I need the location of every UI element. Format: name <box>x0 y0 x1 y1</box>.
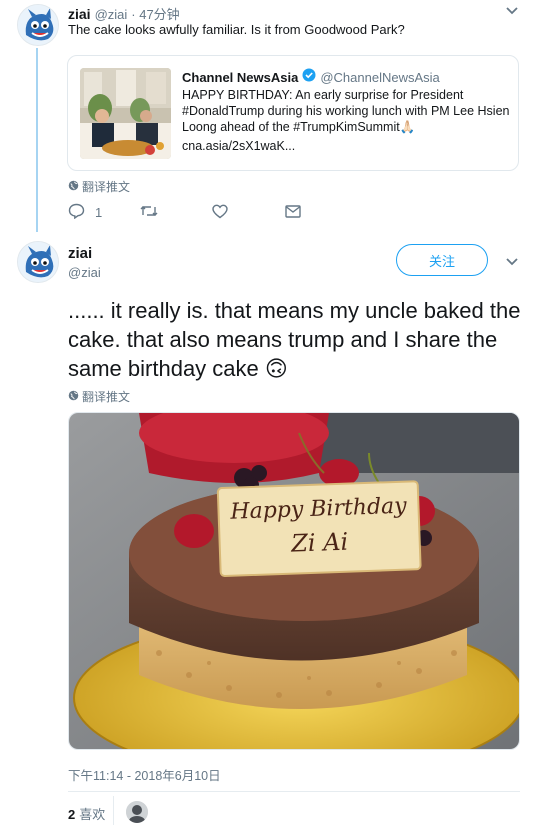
likes-number: 2 <box>68 807 76 822</box>
chevron-down-icon[interactable] <box>505 256 519 270</box>
chevron-down-icon[interactable] <box>505 5 519 19</box>
avatar[interactable] <box>17 4 59 46</box>
verified-badge-icon <box>302 68 316 87</box>
globe-icon <box>68 390 79 404</box>
author-name[interactable]: ziai <box>68 245 92 262</box>
translate-tweet-link[interactable]: 翻译推文 <box>68 178 130 195</box>
avatar[interactable] <box>126 801 148 823</box>
like-button[interactable] <box>212 204 228 222</box>
author-handle[interactable]: @ziai <box>68 265 101 280</box>
cake-plaque-text-line2: Zi Ai <box>290 528 349 558</box>
retweet-button[interactable] <box>140 204 158 221</box>
reply-button[interactable]: 1 <box>68 203 102 222</box>
retweet-icon <box>140 204 158 221</box>
quoted-tweet-text: HAPPY BIRTHDAY: An early surprise for Pr… <box>182 88 510 134</box>
quoted-tweet-link[interactable]: cna.asia/2sX1waK... <box>182 138 512 154</box>
quoted-author-handle: @ChannelNewsAsia <box>320 70 440 85</box>
envelope-icon <box>285 205 301 221</box>
tweet-photo[interactable]: Happy Birthday Zi Ai <box>68 412 520 750</box>
translate-label: 翻译推文 <box>82 390 131 404</box>
quoted-tweet-card[interactable]: Channel NewsAsia @ChannelNewsAsia HAPPY … <box>67 55 519 171</box>
heart-icon <box>212 204 228 222</box>
follow-button[interactable]: 关注 <box>396 244 488 276</box>
divider <box>113 796 114 825</box>
tweet-text: The cake looks awfully familiar. Is it f… <box>68 22 405 37</box>
translate-tweet-link[interactable]: 翻译推文 <box>68 388 130 405</box>
avatar[interactable] <box>17 241 59 283</box>
reply-count: 1 <box>95 205 103 220</box>
author-handle[interactable]: @ziai <box>95 7 128 22</box>
reply-icon <box>68 203 85 222</box>
translate-label: 翻译推文 <box>82 180 131 194</box>
divider <box>68 791 520 792</box>
author-name[interactable]: ziai <box>68 6 91 22</box>
globe-icon <box>68 180 79 194</box>
tweet-text: ...... it really is. that means my uncle… <box>68 298 521 381</box>
tweet-timestamp[interactable]: 下午11:14 - 2018年6月10日 <box>68 765 221 784</box>
quoted-author-name: Channel NewsAsia <box>182 70 299 85</box>
direct-message-button[interactable] <box>285 205 301 221</box>
quoted-tweet-image <box>80 68 171 159</box>
thread-connector-line <box>36 48 38 232</box>
likes-label: 喜欢 <box>79 807 106 822</box>
likes-count[interactable]: 2 喜欢 <box>68 804 105 823</box>
